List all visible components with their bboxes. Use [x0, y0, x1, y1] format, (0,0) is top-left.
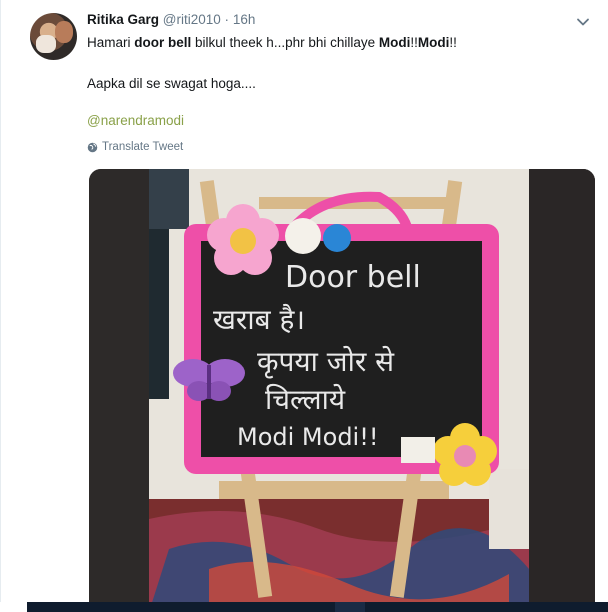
tweet-photo[interactable]: Door bell खराब है। कृपया जोर से चिल्लाये…	[89, 169, 595, 612]
display-name[interactable]: Ritika Garg	[87, 12, 159, 27]
board-text-line: Door bell	[285, 260, 421, 295]
translate-tweet-link[interactable]: Translate Tweet	[87, 141, 183, 153]
taskbar-strip	[27, 602, 608, 612]
text-part-bold: door bell	[134, 35, 192, 50]
avatar[interactable]	[30, 13, 77, 60]
separator-dot: ·	[224, 12, 230, 27]
text-part-bold: Modi	[417, 35, 450, 50]
user-handle[interactable]: @riti2010	[163, 12, 221, 27]
board-text-line: कृपया जोर से	[257, 345, 395, 379]
tweet-header: Ritika Garg @riti2010 · 16h	[87, 12, 255, 32]
board-text-line: चिल्लाये	[265, 383, 346, 416]
mention-link[interactable]: @narendramodi	[87, 113, 184, 128]
tweet-text-line-1: Hamari door bell bilkul theek h...phr bh…	[87, 34, 457, 52]
text-part: !!	[410, 35, 418, 50]
chevron-down-icon[interactable]	[576, 15, 590, 29]
photo-image: Door bell खराब है। कृपया जोर से चिल्लाये…	[89, 169, 595, 612]
tweet-card[interactable]: Ritika Garg @riti2010 · 16h Hamari door …	[0, 0, 608, 612]
board-text-line: खराब है।	[213, 303, 305, 336]
board-text-line: Modi Modi!!	[237, 423, 378, 451]
translate-label: Translate Tweet	[102, 141, 184, 153]
timestamp[interactable]: 16h	[233, 12, 256, 27]
text-part: !!	[449, 35, 457, 50]
text-part: bilkul theek h...phr bhi chillaye	[191, 35, 379, 50]
globe-icon	[87, 142, 98, 152]
text-part: Hamari	[87, 35, 135, 50]
tweet-text-line-2: Aapka dil se swagat hoga....	[87, 76, 256, 91]
text-part-bold: Modi	[378, 35, 411, 50]
